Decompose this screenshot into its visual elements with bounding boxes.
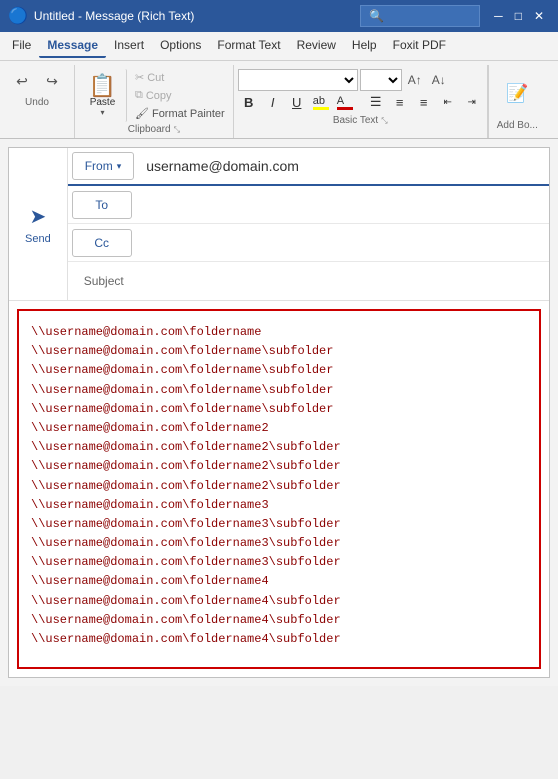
format-painter-icon: 🖌 [135,107,149,120]
body-line: \\username@domain.com\foldername\subfold… [31,400,527,419]
align-right-button[interactable]: ≡ [413,91,435,113]
underline-button[interactable]: U [286,91,308,113]
body-line: \\username@domain.com\foldername3\subfol… [31,534,527,553]
paste-dropdown-arrow[interactable]: ▾ [100,108,104,117]
email-compose-area: ➤ Send From ▾ username@domain.com To [0,139,558,686]
body-line: \\username@domain.com\foldername\subfold… [31,342,527,361]
highlight-icon: ab [313,95,329,107]
from-dropdown-icon: ▾ [117,161,122,172]
maximize-btn[interactable]: □ [509,9,528,23]
font-grow-button[interactable]: A↑ [404,69,426,91]
font-color-swatch [337,107,353,110]
menu-format-text[interactable]: Format Text [209,34,288,58]
undo-button[interactable]: ↩ [8,69,36,93]
body-line: \\username@domain.com\foldername4\subfol… [31,611,527,630]
email-window: ➤ Send From ▾ username@domain.com To [8,147,550,678]
font-color-icon: A [337,95,353,107]
to-button[interactable]: To [72,191,132,219]
add-bo-section: 📝 Add Bo... [488,65,546,138]
body-line: \\username@domain.com\foldername2\subfol… [31,457,527,476]
minimize-btn[interactable]: ─ [488,9,509,23]
menu-help[interactable]: Help [344,34,385,58]
basic-text-section: A↑ A↓ B I U ab A ☰ ≡ ≡ ⇤ [234,65,488,138]
body-line: \\username@domain.com\foldername2 [31,419,527,438]
font-shrink-button[interactable]: A↓ [428,69,450,91]
close-btn[interactable]: ✕ [528,9,550,23]
body-line: \\username@domain.com\foldername2\subfol… [31,438,527,457]
copy-button[interactable]: ⧉ Copy [131,87,229,104]
decrease-indent-button[interactable]: ⇤ [437,91,459,113]
body-line: \\username@domain.com\foldername4\subfol… [31,630,527,649]
body-line: \\username@domain.com\foldername3\subfol… [31,553,527,572]
send-button[interactable]: ➤ Send [9,148,68,300]
menu-insert[interactable]: Insert [106,34,152,58]
clipboard-actions: ✂ Cut ⧉ Copy 🖌 Format Painter [131,69,229,122]
search-box[interactable]: 🔍 [360,5,480,27]
cut-icon: ✂ [135,71,144,84]
menu-foxit[interactable]: Foxit PDF [385,34,454,58]
undo-section: ↩ ↪ Undo [0,65,75,138]
format-painter-button[interactable]: 🖌 Format Painter [131,105,229,122]
app-icon: 🔵 [8,6,28,26]
body-line: \\username@domain.com\foldername [31,323,527,342]
body-line: \\username@domain.com\foldername3\subfol… [31,515,527,534]
align-left-button[interactable]: ☰ [365,91,387,113]
body-line: \\username@domain.com\foldername4 [31,572,527,591]
increase-indent-button[interactable]: ⇥ [461,91,483,113]
cc-row: Cc [68,224,549,262]
redo-button[interactable]: ↪ [38,69,66,93]
clipboard-label: Clipboard ⤡ [79,122,229,138]
subject-row: Subject [68,262,549,300]
copy-icon: ⧉ [135,89,143,102]
menu-review[interactable]: Review [289,34,344,58]
cc-input[interactable] [136,232,549,254]
basic-text-label: Basic Text ⤡ [238,113,483,129]
subject-label: Subject [72,268,136,294]
to-row: To [68,186,549,224]
paste-button[interactable]: 📋 Paste ▾ [79,69,127,122]
subject-input[interactable] [140,270,549,292]
body-line: \\username@domain.com\foldername\subfold… [31,361,527,380]
font-color-button[interactable]: A [334,91,356,113]
highlight-color-swatch [313,107,329,110]
body-line: \\username@domain.com\foldername\subfold… [31,381,527,400]
window-title: Untitled - Message (Rich Text) [34,9,360,23]
italic-button[interactable]: I [262,91,284,113]
search-icon: 🔍 [369,9,384,23]
from-row: From ▾ username@domain.com [68,148,549,186]
from-value[interactable]: username@domain.com [138,158,549,174]
basic-text-expand-arrow[interactable]: ⤡ [381,116,387,126]
font-family-select[interactable] [238,69,358,91]
menu-file[interactable]: File [4,34,39,58]
add-bo-label: Add Bo... [497,118,538,134]
ribbon: ↩ ↪ Undo 📋 Paste ▾ ✂ Cut ⧉ Copy [0,61,558,139]
paste-label: Paste [90,97,116,108]
title-bar: 🔵 Untitled - Message (Rich Text) 🔍 ─ □ ✕ [0,0,558,32]
align-center-button[interactable]: ≡ [389,91,411,113]
body-line: \\username@domain.com\foldername2\subfol… [31,477,527,496]
menu-message[interactable]: Message [39,34,106,58]
highlight-button[interactable]: ab [310,91,332,113]
add-bo-icon: 📝 [506,83,528,104]
to-input[interactable] [136,194,549,216]
paste-icon: 📋 [89,75,116,97]
menu-options[interactable]: Options [152,34,209,58]
email-fields: From ▾ username@domain.com To Cc [68,148,549,300]
clipboard-section: 📋 Paste ▾ ✂ Cut ⧉ Copy 🖌 Format Painter [75,65,234,138]
body-line: \\username@domain.com\foldername4\subfol… [31,592,527,611]
undo-label: Undo [8,95,66,111]
email-header: ➤ Send From ▾ username@domain.com To [9,148,549,301]
clipboard-expand-arrow[interactable]: ⤡ [174,125,180,135]
menu-bar: File Message Insert Options Format Text … [0,32,558,61]
send-label: Send [25,233,51,245]
from-button[interactable]: From ▾ [72,152,135,180]
message-body[interactable]: \\username@domain.com\foldername\\userna… [17,309,541,669]
cc-button[interactable]: Cc [72,229,132,257]
body-line: \\username@domain.com\foldername3 [31,496,527,515]
bold-button[interactable]: B [238,91,260,113]
send-icon: ➤ [29,204,46,229]
cut-button[interactable]: ✂ Cut [131,69,229,86]
font-size-select[interactable] [360,69,402,91]
